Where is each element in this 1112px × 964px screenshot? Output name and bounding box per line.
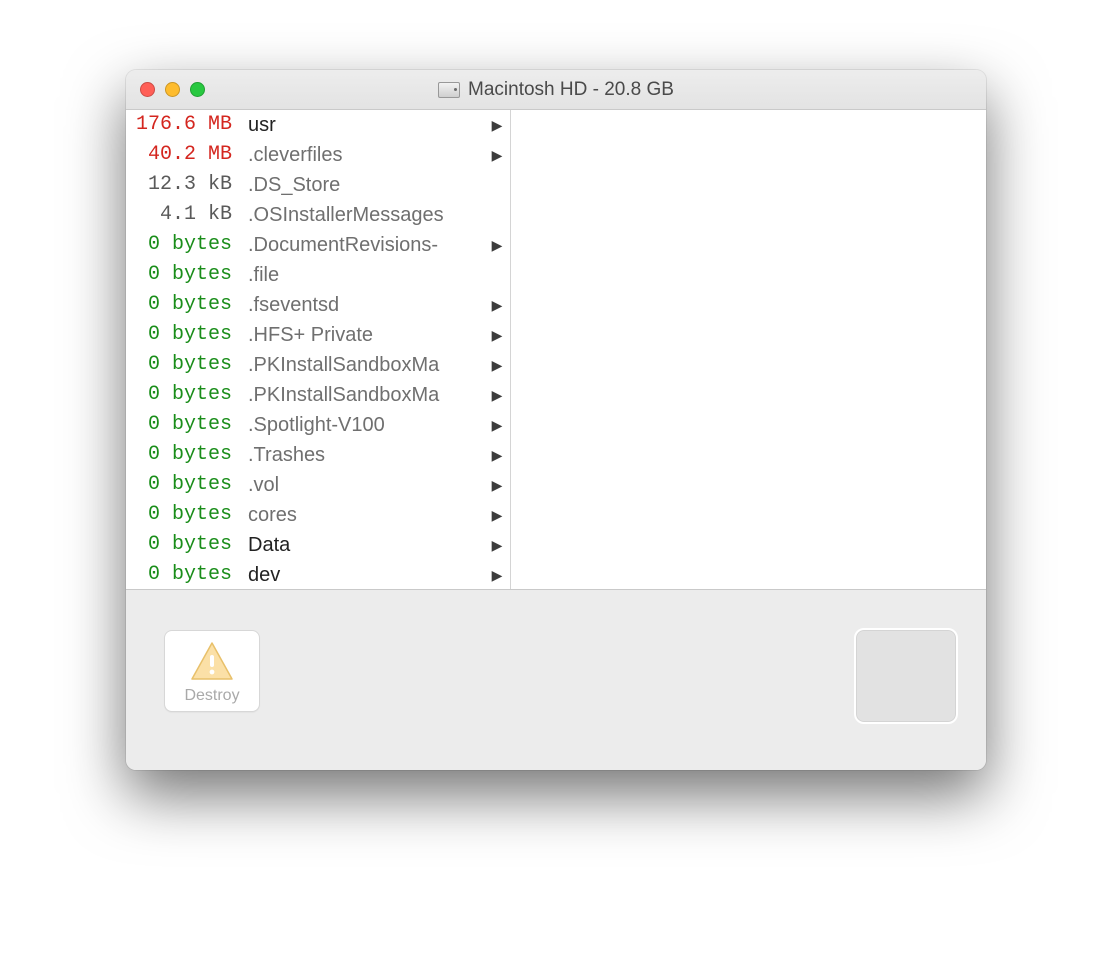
window-title: Macintosh HD - 20.8 GB <box>126 79 986 101</box>
window-title-text: Macintosh HD - 20.8 GB <box>468 79 674 101</box>
footer-toolbar: Destroy <box>126 590 986 770</box>
content-area: 176.6 MBusr▶40.2 MB.cleverfiles▶12.3 kB.… <box>126 110 986 590</box>
item-size: 0 bytes <box>126 530 238 560</box>
chevron-right-icon: ▶ <box>490 110 504 140</box>
item-size: 0 bytes <box>126 380 238 410</box>
item-name: .PKInstallSandboxMa <box>238 350 490 380</box>
minimize-button[interactable] <box>165 82 180 97</box>
list-item[interactable]: 0 bytes.Spotlight-V100▶ <box>126 410 510 440</box>
list-item[interactable]: 12.3 kB.DS_Store <box>126 170 510 200</box>
item-name: .OSInstallerMessages <box>238 200 490 230</box>
list-item[interactable]: 0 bytes.HFS+ Private▶ <box>126 320 510 350</box>
item-name: .HFS+ Private <box>238 320 490 350</box>
chevron-right-icon: ▶ <box>490 560 504 589</box>
item-size: 0 bytes <box>126 290 238 320</box>
item-name: .DS_Store <box>238 170 490 200</box>
list-item[interactable]: 0 bytes.DocumentRevisions-▶ <box>126 230 510 260</box>
item-name: .Spotlight-V100 <box>238 410 490 440</box>
chevron-right-icon: ▶ <box>490 320 504 350</box>
chevron-right-icon: ▶ <box>490 530 504 560</box>
list-item[interactable]: 0 bytescores▶ <box>126 500 510 530</box>
list-item[interactable]: 4.1 kB.OSInstallerMessages <box>126 200 510 230</box>
chevron-right-icon: ▶ <box>490 440 504 470</box>
item-size: 4.1 kB <box>126 200 238 230</box>
zoom-button[interactable] <box>190 82 205 97</box>
item-name: .PKInstallSandboxMa <box>238 380 490 410</box>
hard-drive-icon <box>438 82 460 98</box>
list-item[interactable]: 0 bytes.PKInstallSandboxMa▶ <box>126 380 510 410</box>
item-name: cores <box>238 500 490 530</box>
item-size: 12.3 kB <box>126 170 238 200</box>
list-item[interactable]: 0 bytesData▶ <box>126 530 510 560</box>
chevron-right-icon: ▶ <box>490 470 504 500</box>
item-size: 0 bytes <box>126 440 238 470</box>
chevron-right-icon: ▶ <box>490 140 504 170</box>
list-item[interactable]: 0 bytes.vol▶ <box>126 470 510 500</box>
item-name: .vol <box>238 470 490 500</box>
chevron-right-icon: ▶ <box>490 230 504 260</box>
chevron-right-icon: ▶ <box>490 290 504 320</box>
chevron-right-icon: ▶ <box>490 350 504 380</box>
item-size: 0 bytes <box>126 500 238 530</box>
list-item[interactable]: 40.2 MB.cleverfiles▶ <box>126 140 510 170</box>
list-item[interactable]: 0 bytes.file <box>126 260 510 290</box>
item-size: 0 bytes <box>126 410 238 440</box>
warning-icon <box>188 639 236 683</box>
chevron-right-icon: ▶ <box>490 500 504 530</box>
item-name: .cleverfiles <box>238 140 490 170</box>
titlebar[interactable]: Macintosh HD - 20.8 GB <box>126 70 986 110</box>
app-window: Macintosh HD - 20.8 GB 176.6 MBusr▶40.2 … <box>126 70 986 770</box>
file-list-column[interactable]: 176.6 MBusr▶40.2 MB.cleverfiles▶12.3 kB.… <box>126 110 511 589</box>
list-item[interactable]: 0 bytes.PKInstallSandboxMa▶ <box>126 350 510 380</box>
preview-box[interactable] <box>854 628 958 724</box>
list-item[interactable]: 0 bytesdev▶ <box>126 560 510 589</box>
item-name: dev <box>238 560 490 589</box>
chevron-right-icon: ▶ <box>490 380 504 410</box>
item-size: 40.2 MB <box>126 140 238 170</box>
item-name: .DocumentRevisions- <box>238 230 490 260</box>
destroy-button[interactable]: Destroy <box>164 630 260 712</box>
item-size: 0 bytes <box>126 230 238 260</box>
item-name: Data <box>238 530 490 560</box>
item-size: 0 bytes <box>126 260 238 290</box>
list-item[interactable]: 0 bytes.fseventsd▶ <box>126 290 510 320</box>
list-item[interactable]: 0 bytes.Trashes▶ <box>126 440 510 470</box>
detail-column <box>511 110 986 589</box>
item-size: 176.6 MB <box>126 110 238 140</box>
item-size: 0 bytes <box>126 350 238 380</box>
list-item[interactable]: 176.6 MBusr▶ <box>126 110 510 140</box>
item-size: 0 bytes <box>126 470 238 500</box>
item-size: 0 bytes <box>126 560 238 589</box>
item-name: .fseventsd <box>238 290 490 320</box>
chevron-right-icon: ▶ <box>490 410 504 440</box>
item-size: 0 bytes <box>126 320 238 350</box>
traffic-lights <box>126 82 205 97</box>
close-button[interactable] <box>140 82 155 97</box>
item-name: .Trashes <box>238 440 490 470</box>
item-name: .file <box>238 260 490 290</box>
destroy-button-label: Destroy <box>171 687 253 705</box>
item-name: usr <box>238 110 490 140</box>
